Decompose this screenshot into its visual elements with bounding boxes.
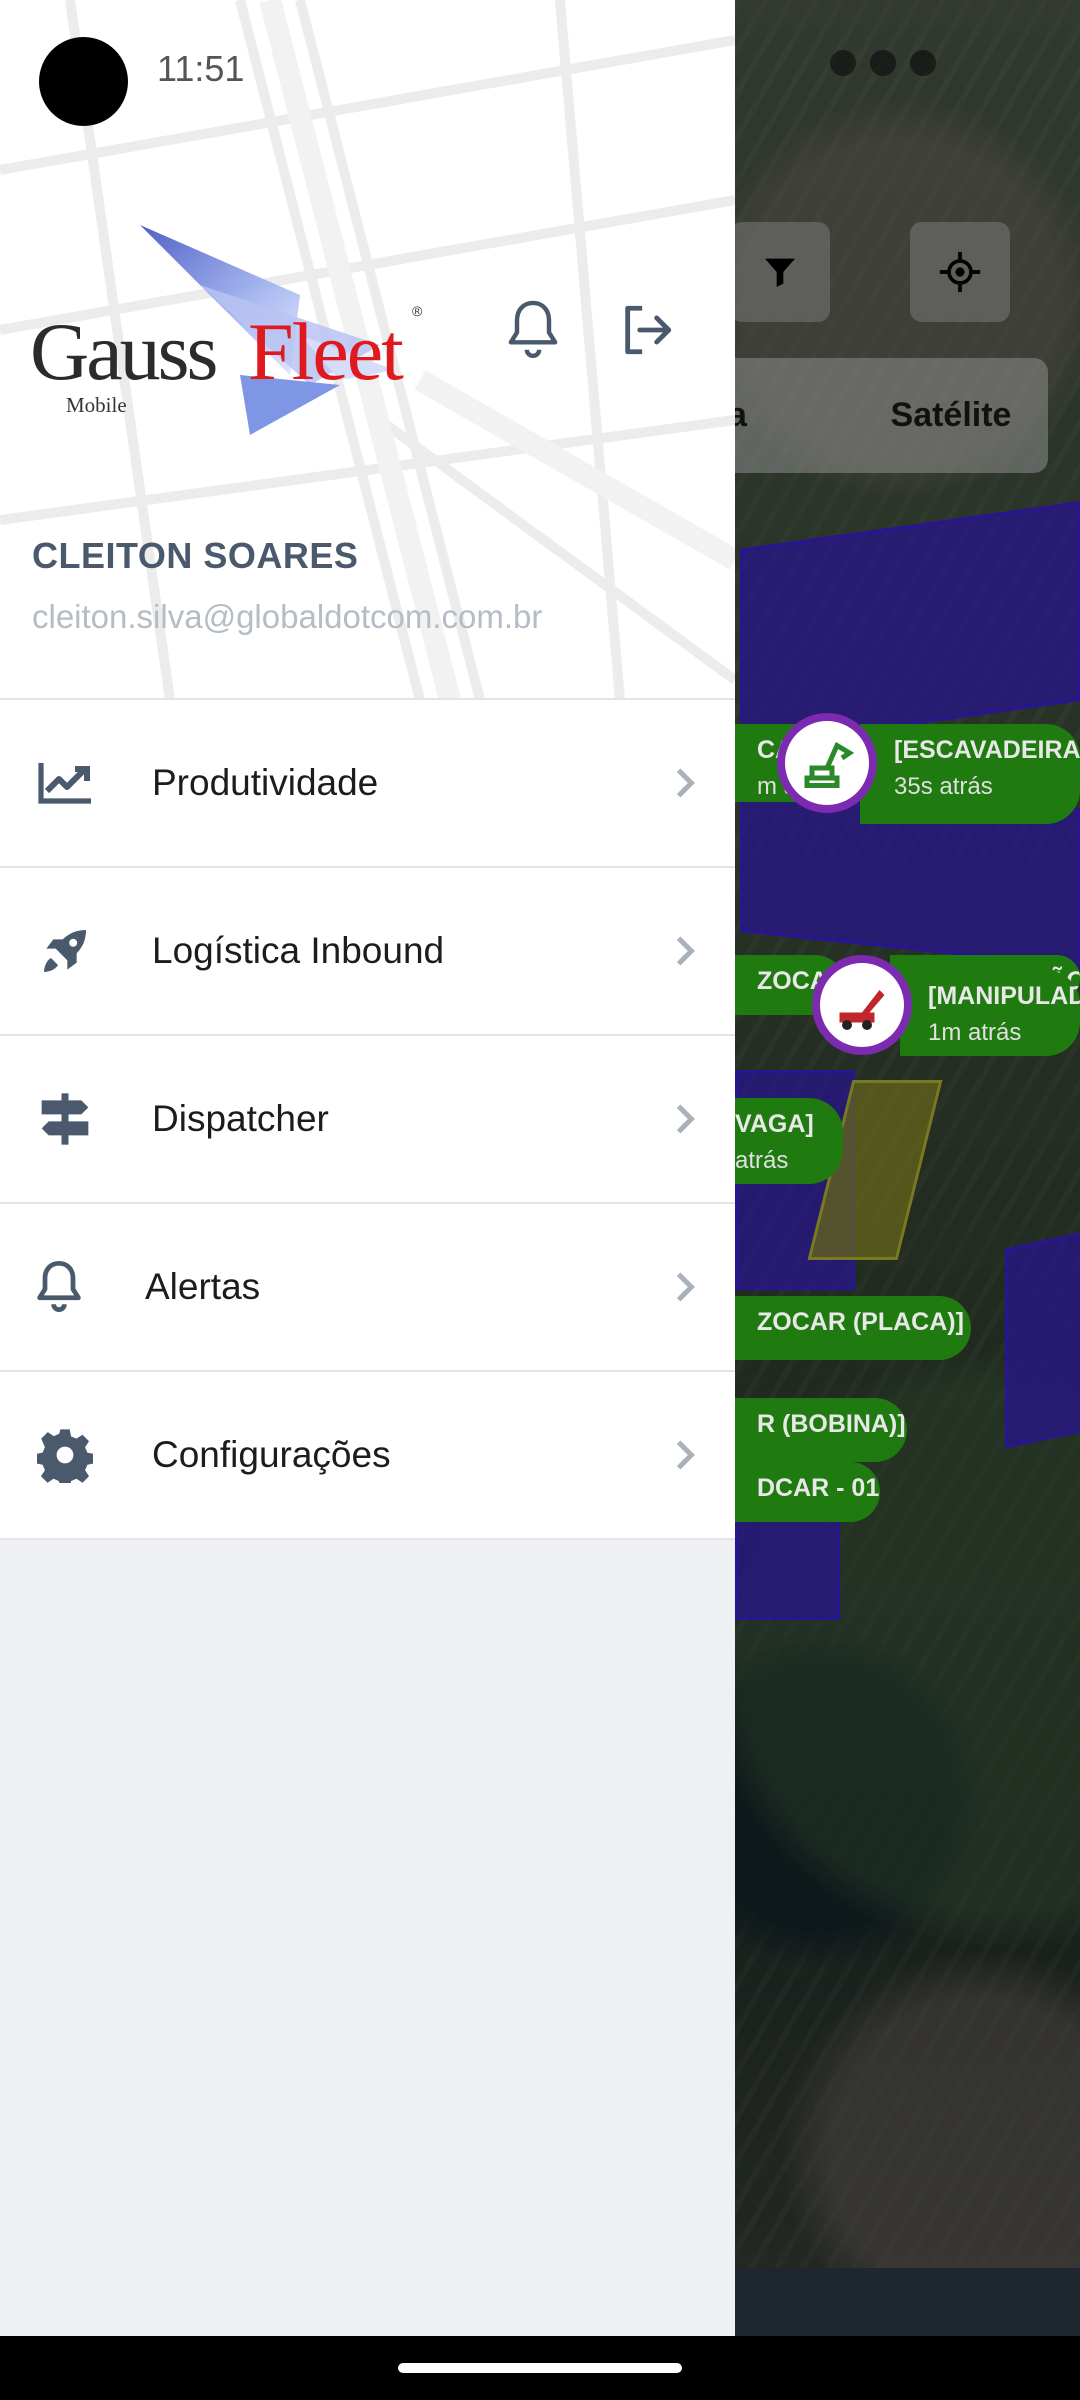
filter-button[interactable] (730, 222, 830, 322)
menu-item-label: Dispatcher (152, 1098, 329, 1139)
navigation-drawer: 11:51 Gauss Fleet Mobile ® CLEITON SOARE… (0, 0, 735, 2336)
menu-item-label: Configurações (152, 1434, 391, 1475)
satellite-view-option[interactable]: Satélite (854, 358, 1048, 473)
logout-button[interactable] (612, 295, 682, 365)
chevron-right-icon (671, 931, 699, 971)
crosshair-icon (939, 251, 981, 293)
vehicle-label-subtitle: 1m atrás (928, 1019, 1022, 1046)
telehandler-icon (839, 990, 885, 1030)
menu-item-label: Logística Inbound (152, 930, 445, 971)
vehicle-label-subtitle: atrás (735, 1147, 789, 1174)
status-icons (830, 50, 936, 76)
logo-registered-mark: ® (412, 303, 423, 319)
vehicle-label-title: [ESCAVADEIRA (894, 736, 1080, 764)
menu-item-dispatcher[interactable]: Dispatcher (0, 1036, 735, 1204)
chevron-right-icon (671, 1099, 699, 1139)
notifications-button[interactable] (498, 295, 568, 365)
menu-item-logistica-inbound[interactable]: Logística Inbound (0, 868, 735, 1036)
menu-item-label: Alertas (145, 1266, 261, 1307)
menu-item-alertas[interactable]: Alertas (0, 1204, 735, 1372)
vehicle-label[interactable]: ZOCAR (PLACA)] (735, 1296, 971, 1360)
vehicle-label-title: R (BOBINA)] (757, 1410, 906, 1438)
drawer-menu: Produtividade Logística Inbound Dispatch… (0, 700, 735, 1540)
chevron-right-icon (671, 1267, 699, 1307)
vehicle-label-subtitle: 35s atrás (894, 773, 993, 800)
user-email: cleiton.silva@globaldotcom.com.br (32, 598, 543, 635)
bell-icon (30, 1258, 88, 1316)
vehicle-label[interactable]: VAGA] atrás (735, 1098, 843, 1184)
status-time: 11:51 (157, 48, 245, 89)
vehicle-label[interactable]: DCAR - 01] (735, 1462, 880, 1522)
vehicle-marker-handler[interactable] (812, 955, 912, 1055)
menu-item-produtividade[interactable]: Produtividade (0, 700, 735, 868)
vehicle-label[interactable]: R (BOBINA)] (735, 1398, 907, 1462)
gaussfleet-logo: Gauss Fleet Mobile ® (30, 225, 430, 445)
menu-item-label: Produtividade (152, 762, 379, 803)
menu-item-configuracoes[interactable]: Configurações (0, 1372, 735, 1540)
vehicle-label-title: ZOCAR (PLACA)] (757, 1308, 964, 1336)
vehicle-label-title: [MANIPULAD (928, 982, 1080, 1010)
gear-icon (36, 1426, 94, 1484)
logo-text-gauss: Gauss (30, 306, 218, 397)
vehicle-marker-excavator[interactable] (777, 713, 877, 813)
map-bottom-bar (735, 2268, 1080, 2336)
user-name: CLEITON SOARES (32, 535, 359, 576)
chevron-right-icon (671, 1435, 699, 1475)
filter-icon (765, 258, 795, 287)
signpost-icon (36, 1090, 94, 1148)
chevron-right-icon (671, 763, 699, 803)
logo-text-fleet: Fleet (248, 306, 404, 397)
rocket-icon (36, 922, 94, 980)
logout-icon (625, 305, 672, 355)
vehicle-label-title: VAGA] (735, 1110, 814, 1138)
chart-line-icon (36, 754, 94, 812)
drawer-header: 11:51 Gauss Fleet Mobile ® CLEITON SOARE… (0, 0, 735, 700)
vehicle-label[interactable]: [MANIPULAD 1m atrás (900, 970, 1080, 1056)
bell-icon (508, 300, 558, 359)
map-type-toggle[interactable]: Mapa Satélite (660, 358, 1048, 473)
vehicle-label-title: DCAR - 01] (757, 1474, 880, 1502)
logo-tagline: Mobile (66, 393, 127, 417)
home-gesture-handle[interactable] (398, 2363, 682, 2373)
my-location-button[interactable] (910, 222, 1010, 322)
camera-cutout (39, 37, 128, 126)
excavator-icon (804, 741, 855, 788)
vehicle-label[interactable]: [ESCAVADEIRA 35s atrás (860, 724, 1080, 824)
